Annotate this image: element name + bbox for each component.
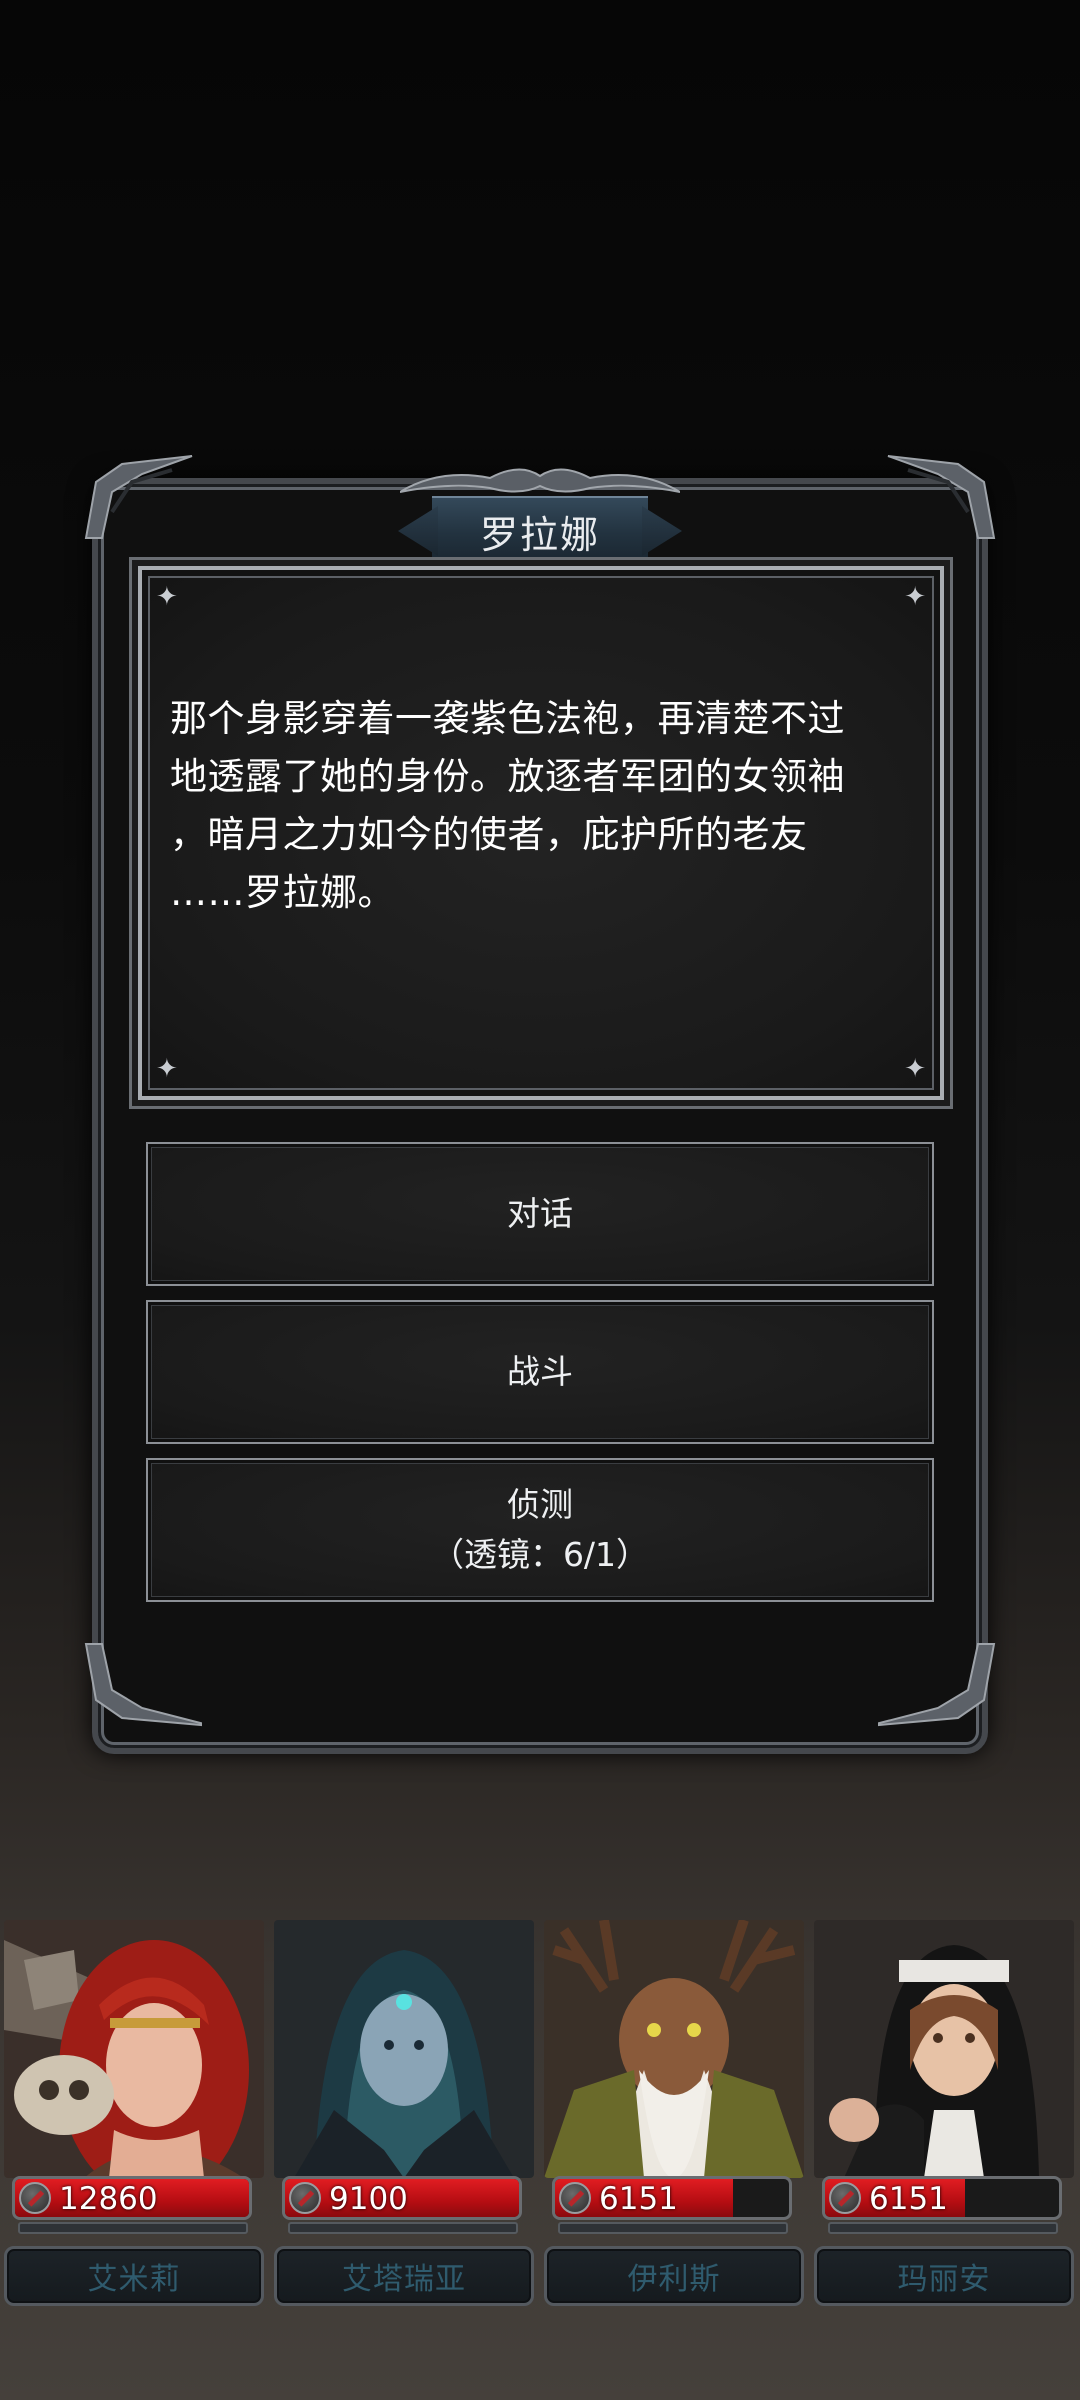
story-line: ，暗月之力如今的使者，庇护所的老友	[170, 813, 808, 856]
hp-value: 12860	[59, 2181, 158, 2217]
party-member-card[interactable]: 9100 艾塔瑞亚	[270, 1920, 538, 2320]
frame-ornament-bottom-left	[84, 1643, 202, 1727]
story-line: 那个身影穿着一袭紫色法袍，再清楚不过	[170, 697, 845, 740]
fight-option-button[interactable]: 战斗	[146, 1300, 934, 1444]
hp-bar: 6151	[822, 2176, 1062, 2220]
hero-portrait	[4, 1920, 264, 2178]
hp-bar: 12860	[12, 2176, 252, 2220]
hero-portrait	[274, 1920, 534, 2178]
hp-bar: 6151	[552, 2176, 792, 2220]
party-member-card[interactable]: 6151 玛丽安	[810, 1920, 1078, 2320]
sparkle-icon: ✦	[904, 582, 926, 612]
hero-name: 艾米莉	[4, 2246, 264, 2306]
talk-option-label: 对话	[507, 1194, 573, 1233]
secondary-bar	[288, 2222, 518, 2234]
hp-value: 6151	[869, 2181, 948, 2217]
health-potion-icon	[289, 2182, 321, 2214]
hero-portrait	[544, 1920, 804, 2178]
hp-value: 9100	[329, 2181, 408, 2217]
sparkle-icon: ✦	[156, 582, 178, 612]
secondary-bar	[18, 2222, 248, 2234]
health-potion-icon	[559, 2182, 591, 2214]
game-screen: 罗拉娜 ✦ ✦ ✦ ✦ 那个身影穿着一袭紫色法袍，再清楚不过 地透露了她的身份。…	[0, 0, 1080, 2400]
frame-ornament-bottom-right	[878, 1643, 996, 1727]
hero-name: 玛丽安	[814, 2246, 1074, 2306]
hero-name: 伊利斯	[544, 2246, 804, 2306]
hero-name: 艾塔瑞亚	[274, 2246, 534, 2306]
story-text: 那个身影穿着一袭紫色法袍，再清楚不过 地透露了她的身份。放逐者军团的女领袖 ，暗…	[170, 690, 920, 922]
story-line: 地透露了她的身份。放逐者军团的女领袖	[170, 755, 845, 798]
health-potion-icon	[829, 2182, 861, 2214]
fight-option-label: 战斗	[507, 1352, 573, 1391]
frame-ornament-top-left	[84, 455, 193, 539]
sparkle-icon: ✦	[904, 1054, 926, 1084]
story-text-panel: ✦ ✦ ✦ ✦ 那个身影穿着一袭紫色法袍，再清楚不过 地透露了她的身份。放逐者军…	[138, 566, 944, 1100]
frame-ornament-top-right	[887, 455, 996, 539]
talk-option-button[interactable]: 对话	[146, 1142, 934, 1286]
detect-option-button[interactable]: 侦测 （透镜：6/1）	[146, 1458, 934, 1602]
dialog-title: 罗拉娜	[432, 496, 648, 566]
sparkle-icon: ✦	[156, 1054, 178, 1084]
party-bar: 12860 艾米莉 9100 艾塔瑞亚 6151 伊利斯 6151 玛丽安	[0, 1920, 1080, 2320]
story-line: ……罗拉娜。	[170, 871, 395, 914]
health-potion-icon	[19, 2182, 51, 2214]
hp-value: 6151	[599, 2181, 678, 2217]
secondary-bar	[828, 2222, 1058, 2234]
party-member-card[interactable]: 12860 艾米莉	[0, 1920, 268, 2320]
detect-option-cost: （透镜：6/1）	[430, 1535, 650, 1574]
secondary-bar	[558, 2222, 788, 2234]
hp-bar: 9100	[282, 2176, 522, 2220]
detect-option-label: 侦测	[507, 1485, 573, 1524]
hero-portrait	[814, 1920, 1074, 2178]
party-member-card[interactable]: 6151 伊利斯	[540, 1920, 808, 2320]
